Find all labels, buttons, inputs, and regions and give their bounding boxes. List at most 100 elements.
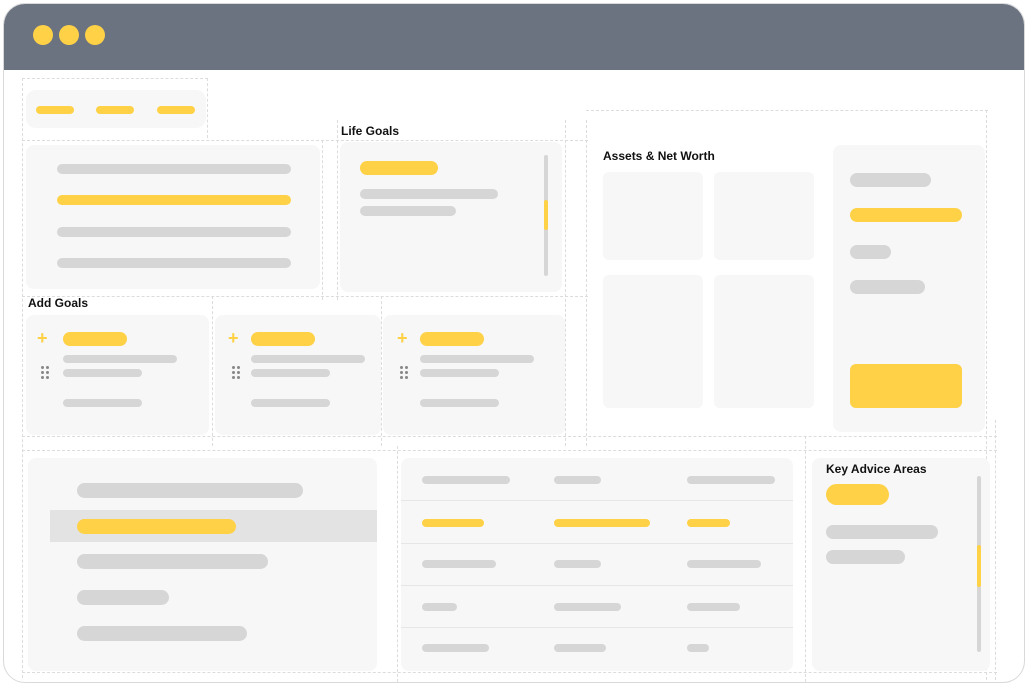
table-cell-highlight[interactable] [687, 519, 730, 527]
life-goals-scroll-thumb[interactable] [544, 200, 548, 230]
window-control-close[interactable] [33, 25, 53, 45]
plus-icon[interactable]: + [397, 329, 408, 347]
asset-tile[interactable] [714, 275, 814, 408]
row-divider [401, 500, 793, 501]
layout-guide [22, 450, 997, 451]
drag-handle-icon[interactable] [232, 366, 240, 380]
sidebar-line-highlight [850, 208, 962, 222]
advice-tag[interactable] [826, 484, 889, 505]
window-control-minimize[interactable] [59, 25, 79, 45]
goal-card-line [251, 399, 330, 407]
add-goal-card[interactable]: + [383, 315, 565, 435]
plus-icon[interactable]: + [228, 329, 239, 347]
advice-line [826, 550, 905, 564]
layout-guide [381, 296, 382, 446]
add-goal-card[interactable]: + [215, 315, 381, 435]
table-cell [687, 560, 761, 568]
table-cell-highlight[interactable] [554, 519, 650, 527]
table-cell [554, 644, 606, 652]
table-cell [554, 603, 621, 611]
list-item[interactable] [77, 626, 247, 641]
key-advice-panel: Key Advice Areas [812, 458, 990, 671]
list-item-label [77, 519, 236, 534]
table-cell [422, 560, 496, 568]
life-goals-heading: Life Goals [341, 124, 400, 138]
goal-card-line [63, 369, 142, 377]
layout-guide [212, 296, 213, 446]
goal-card-line [420, 399, 499, 407]
asset-tile[interactable] [714, 172, 814, 260]
drag-handle-icon[interactable] [400, 366, 408, 380]
drag-handle-icon[interactable] [41, 366, 49, 380]
row-divider [401, 627, 793, 628]
tab-placeholder[interactable] [96, 106, 134, 114]
bottom-list-panel [28, 458, 377, 671]
sidebar-line [850, 280, 925, 294]
table-cell-highlight[interactable] [422, 519, 484, 527]
layout-guide [22, 140, 588, 141]
menu-item[interactable] [57, 164, 291, 174]
add-goals-heading: Add Goals [28, 296, 89, 310]
asset-tile[interactable] [603, 275, 703, 408]
menu-item-active[interactable] [57, 195, 291, 205]
list-item[interactable] [77, 554, 268, 569]
goal-title [360, 161, 438, 175]
key-advice-scroll-thumb[interactable] [977, 545, 981, 587]
list-item[interactable] [77, 590, 169, 605]
goal-card-line [251, 355, 365, 363]
table-cell [554, 560, 601, 568]
list-item-selected[interactable] [50, 510, 377, 542]
table-cell [687, 476, 775, 484]
assets-heading: Assets & Net Worth [603, 149, 715, 163]
data-table [401, 458, 793, 671]
top-tab-strip [26, 90, 206, 128]
goal-card-line [251, 369, 330, 377]
sidebar-line [850, 245, 891, 259]
goal-card-title [63, 332, 127, 346]
row-divider [401, 585, 793, 586]
goal-card-line [63, 399, 142, 407]
table-cell [687, 603, 740, 611]
sidebar-line [850, 173, 931, 187]
net-worth-sidebar [833, 145, 985, 432]
goal-card-line [63, 355, 177, 363]
menu-item[interactable] [57, 258, 291, 268]
layout-guide [586, 120, 587, 446]
table-cell [422, 476, 510, 484]
table-cell [554, 476, 601, 484]
layout-guide [22, 78, 208, 79]
goal-card-line [420, 369, 499, 377]
plus-icon[interactable]: + [37, 329, 48, 347]
layout-guide [22, 436, 997, 437]
layout-guide [22, 296, 588, 297]
tab-placeholder[interactable] [157, 106, 195, 114]
key-advice-heading: Key Advice Areas [826, 462, 927, 476]
layout-guide [995, 420, 996, 680]
primary-action-button[interactable] [850, 364, 962, 408]
layout-guide [805, 436, 806, 682]
table-cell [422, 644, 489, 652]
list-item[interactable] [77, 483, 303, 498]
title-bar [4, 4, 1024, 70]
goal-card-title [420, 332, 484, 346]
window-control-maximize[interactable] [85, 25, 105, 45]
tab-placeholder[interactable] [36, 106, 74, 114]
layout-guide [565, 120, 566, 446]
menu-item[interactable] [57, 227, 291, 237]
table-cell [687, 644, 709, 652]
life-goals-panel [340, 142, 562, 292]
asset-tile[interactable] [603, 172, 703, 260]
goal-card-line [420, 355, 534, 363]
goal-card-title [251, 332, 315, 346]
table-cell [422, 603, 457, 611]
advice-line [826, 525, 938, 539]
goal-text [360, 189, 498, 199]
layout-guide [22, 78, 23, 678]
layout-guide [22, 672, 997, 673]
add-goal-card[interactable]: + [26, 315, 209, 435]
layout-guide [337, 120, 338, 300]
layout-guide [207, 78, 208, 138]
layout-guide [322, 140, 323, 300]
row-divider [401, 543, 793, 544]
goal-text [360, 206, 456, 216]
